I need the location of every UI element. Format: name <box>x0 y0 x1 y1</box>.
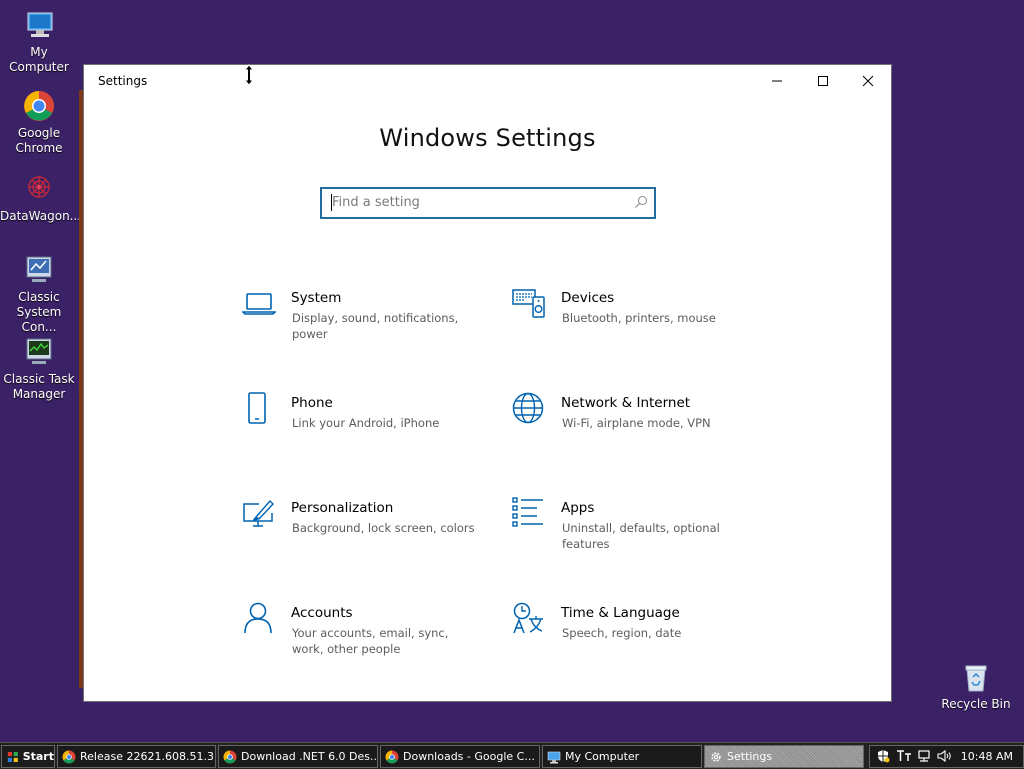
tile-description: Uninstall, defaults, optional features <box>562 521 720 551</box>
tile-title: Time & Language <box>561 605 680 621</box>
tile-description: Wi-Fi, airplane mode, VPN <box>562 416 711 430</box>
desktop-icon-datawagon[interactable]: DataWagon... <box>0 172 82 224</box>
desktop-icon-my-computer[interactable]: My Computer <box>0 8 78 75</box>
search-placeholder: Find a setting <box>332 195 420 210</box>
taskbar-button-label: Download .NET 6.0 Des... <box>241 750 378 763</box>
devices-icon <box>512 289 545 318</box>
desktop-icon-label: Classic System Con... <box>16 290 62 334</box>
tile-phone[interactable]: Phone Link your Android, iPhone <box>242 392 492 462</box>
keyboard-language-icon[interactable] <box>896 749 912 763</box>
page-title: Windows Settings <box>379 124 596 152</box>
tile-system[interactable]: System Display, sound, notifications, po… <box>242 287 492 357</box>
taskbar-button-release[interactable]: Release 22621.608.51.3... <box>57 745 216 768</box>
start-logo-icon <box>7 751 18 762</box>
apps-list-icon <box>512 497 543 527</box>
start-button[interactable]: Start <box>1 745 55 768</box>
taskbar-button-label: Settings <box>727 750 773 763</box>
desktop-icon-label: DataWagon... <box>0 209 82 223</box>
desktop-icon-label: Classic Task Manager <box>3 372 75 401</box>
tile-devices[interactable]: Devices Bluetooth, printers, mouse <box>512 287 762 357</box>
network-icon[interactable] <box>916 749 932 763</box>
tile-title: Devices <box>561 290 615 306</box>
title-bar[interactable]: Settings <box>84 65 891 97</box>
tile-apps[interactable]: Apps Uninstall, defaults, optional featu… <box>512 497 762 567</box>
tile-description: Speech, region, date <box>562 626 682 640</box>
gear-icon <box>711 751 721 762</box>
computer-icon <box>547 751 561 763</box>
start-label: Start <box>22 750 54 763</box>
system-tray: 10:48 AM <box>869 745 1024 768</box>
search-input[interactable]: Find a setting <box>320 187 656 219</box>
taskbar-button-downloads[interactable]: Downloads - Google C... <box>380 745 540 768</box>
taskbar-button-label: Release 22621.608.51.3... <box>80 750 216 763</box>
desktop-icon-classic-task-manager[interactable]: Classic Task Manager <box>0 335 78 402</box>
chrome-icon <box>223 750 237 763</box>
phone-icon <box>248 392 266 424</box>
window-title: Settings <box>98 74 148 88</box>
taskbar: Start Release 22621.608.51.3... Download… <box>0 742 1024 769</box>
close-button[interactable] <box>845 65 891 97</box>
chrome-icon <box>62 750 76 763</box>
minimize-button[interactable] <box>754 65 800 97</box>
security-shield-icon[interactable] <box>876 749 890 763</box>
desktop-icon-label: My Computer <box>9 45 69 74</box>
person-icon <box>244 602 272 634</box>
desktop-icon-label: Recycle Bin <box>941 697 1011 711</box>
maximize-icon <box>818 76 828 86</box>
chrome-icon <box>385 750 399 763</box>
tile-description: Bluetooth, printers, mouse <box>562 311 716 325</box>
tile-title: Apps <box>561 500 595 516</box>
taskbar-button-my-computer[interactable]: My Computer <box>542 745 702 768</box>
maximize-button[interactable] <box>800 65 846 97</box>
tile-time-language[interactable]: Time & Language Speech, region, date <box>512 602 762 672</box>
tile-description: Link your Android, iPhone <box>292 416 440 430</box>
tile-network-internet[interactable]: Network & Internet Wi-Fi, airplane mode,… <box>512 392 762 462</box>
close-icon <box>862 75 874 87</box>
tile-title: System <box>291 290 342 306</box>
laptop-icon <box>242 293 276 315</box>
tile-title: Phone <box>291 395 333 411</box>
desktop-icon-google-chrome[interactable]: Google Chrome <box>0 89 78 156</box>
desktop-icon-recycle-bin[interactable]: Recycle Bin <box>938 663 1014 711</box>
clock[interactable]: 10:48 AM <box>961 750 1013 763</box>
tile-title: Personalization <box>291 500 394 516</box>
task-manager-icon <box>22 335 56 369</box>
taskbar-button-label: Downloads - Google C... <box>403 750 535 763</box>
recycle-bin-icon <box>961 663 991 693</box>
search-icon <box>635 196 647 208</box>
chrome-icon <box>22 89 56 123</box>
tile-description: Background, lock screen, colors <box>292 521 475 535</box>
computer-icon <box>22 8 56 42</box>
tile-description: Display, sound, notifications, power <box>292 311 459 341</box>
globe-icon <box>512 392 544 424</box>
tile-title: Network & Internet <box>561 395 691 411</box>
minimize-icon <box>772 80 782 82</box>
personalization-icon <box>243 499 274 527</box>
settings-window: Settings Windows Settings Find a setting… <box>84 65 891 701</box>
tile-description: Your accounts, email, sync, work, other … <box>292 626 449 656</box>
taskbar-button-label: My Computer <box>565 750 640 763</box>
time-language-icon <box>513 602 543 634</box>
tile-title: Accounts <box>291 605 353 621</box>
resize-cursor-icon <box>243 64 255 86</box>
taskbar-button-settings[interactable]: Settings <box>704 745 864 768</box>
datawagon-icon <box>22 172 56 206</box>
control-panel-icon <box>22 253 56 287</box>
volume-icon[interactable] <box>936 749 952 763</box>
desktop-icon-classic-system-control[interactable]: Classic System Con... <box>0 253 78 335</box>
tile-personalization[interactable]: Personalization Background, lock screen,… <box>242 497 492 567</box>
taskbar-button-dotnet[interactable]: Download .NET 6.0 Des... <box>218 745 378 768</box>
tile-accounts[interactable]: Accounts Your accounts, email, sync, wor… <box>242 602 492 672</box>
desktop-icon-label: Google Chrome <box>15 126 63 155</box>
